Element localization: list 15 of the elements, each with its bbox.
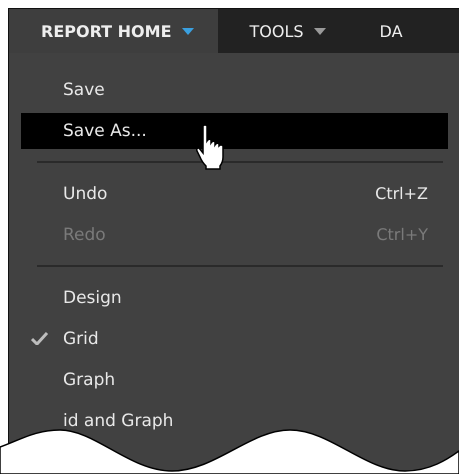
caret-icon xyxy=(314,28,326,34)
menu-tab[interactable]: DA xyxy=(348,9,403,53)
menu-item[interactable]: id and Graph xyxy=(21,402,448,438)
menu-item[interactable]: Graph xyxy=(21,362,448,398)
menu-item[interactable]: Save xyxy=(21,72,448,108)
menu-item[interactable]: Undo Ctrl+Z xyxy=(21,176,448,212)
menu-item[interactable]: Save As... xyxy=(21,112,448,148)
menu-tab[interactable]: TOOLS xyxy=(218,9,348,53)
hand-cursor-icon xyxy=(196,124,226,170)
menu-item[interactable]: Grid xyxy=(21,320,448,356)
shortcut-label: Ctrl+Y xyxy=(376,225,428,244)
menu-tab[interactable]: REPORT HOME xyxy=(9,9,218,53)
shortcut-label: Ctrl+Z xyxy=(375,184,428,203)
caret-icon xyxy=(182,28,194,34)
menu-item[interactable]: Design xyxy=(21,280,448,316)
